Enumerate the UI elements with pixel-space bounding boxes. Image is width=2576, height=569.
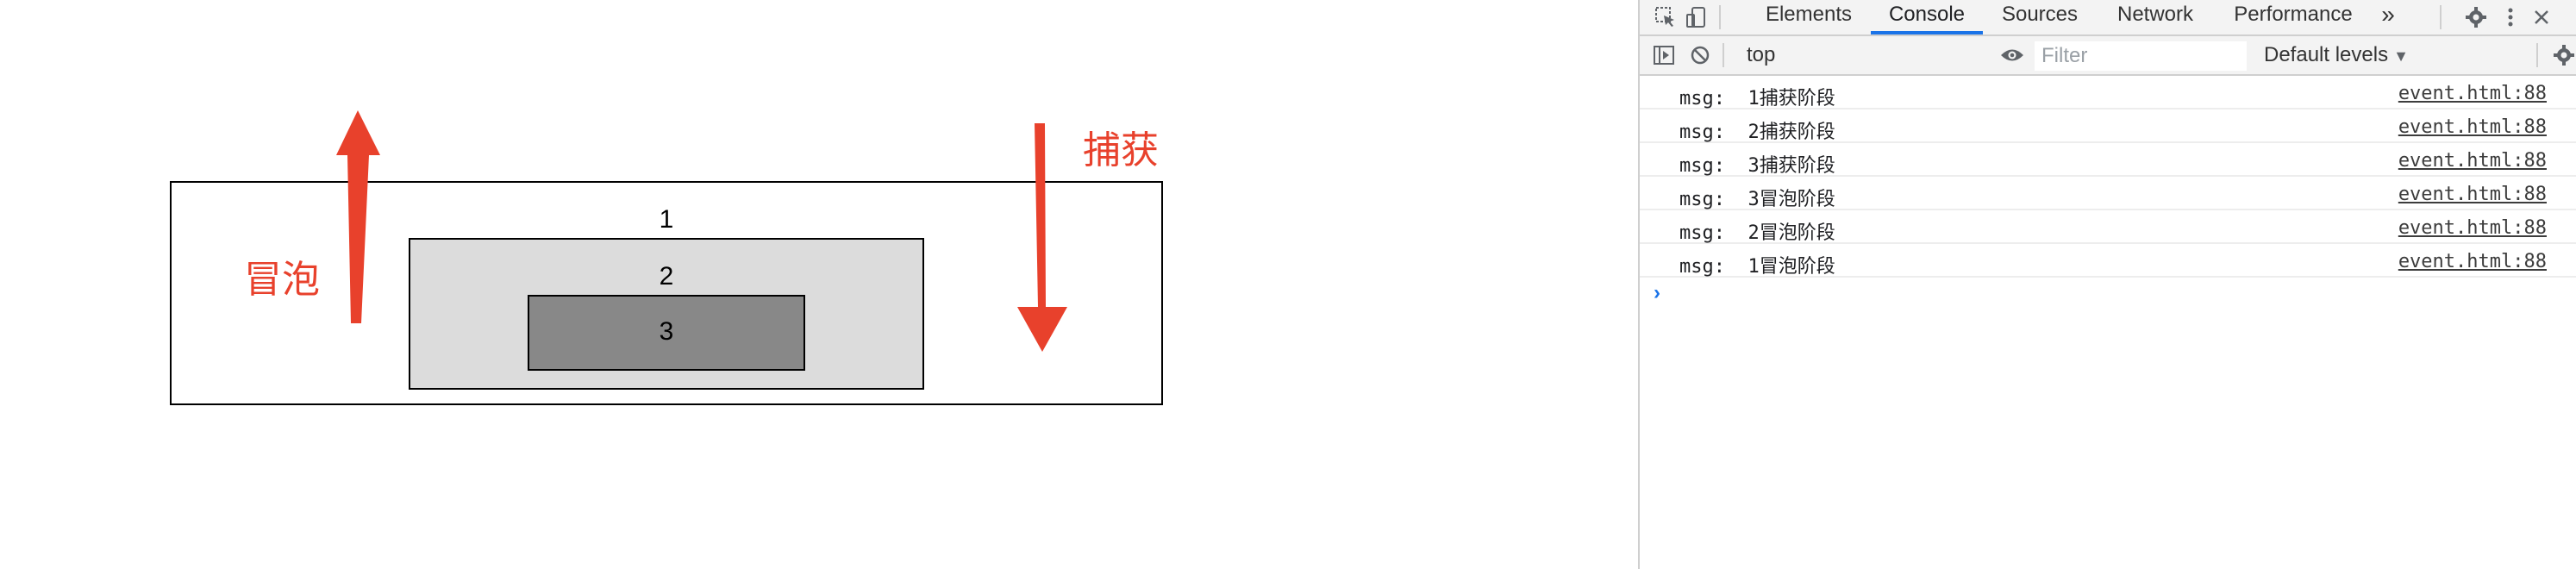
filter-input[interactable] [2035, 41, 2247, 71]
tab-sources[interactable]: Sources [1985, 0, 2095, 34]
capture-down-arrow [1017, 123, 1067, 352]
tab-console[interactable]: Console [1871, 0, 1983, 34]
log-source-link[interactable]: event.html:88 [2398, 251, 2547, 272]
console-output: msg: 1捕获阶段 event.html:88 msg: 2捕获阶段 even… [1640, 76, 2576, 569]
console-log-row: msg: 1捕获阶段 event.html:88 [1640, 76, 2576, 109]
live-expression-eye-icon[interactable] [1995, 41, 2029, 69]
kebab-menu-icon[interactable] [2497, 3, 2524, 31]
log-message: msg: 1冒泡阶段 [1679, 256, 1835, 278]
log-message: msg: 2捕获阶段 [1679, 122, 1835, 143]
log-message: msg: 1捕获阶段 [1679, 88, 1835, 109]
log-levels-label: Default levels [2264, 43, 2389, 66]
bubble-label: 冒泡 [244, 258, 320, 302]
devtools-tab-bar: Elements Console Sources Network Perform… [1640, 0, 2576, 36]
console-settings-gear-icon[interactable] [2550, 41, 2576, 69]
console-prompt[interactable]: › [1654, 281, 1660, 305]
chevron-down-icon: ▼ [2393, 47, 2409, 65]
device-toolbar-icon[interactable] [1683, 3, 1710, 31]
close-icon[interactable] [2528, 3, 2555, 31]
devtools-panel: Elements Console Sources Network Perform… [1638, 0, 2576, 569]
capture-label: 捕获 [1083, 128, 1159, 172]
log-source-link[interactable]: event.html:88 [2398, 150, 2547, 172]
log-source-link[interactable]: event.html:88 [2398, 184, 2547, 205]
more-tabs-button[interactable]: » [2373, 0, 2404, 34]
log-source-link[interactable]: event.html:88 [2398, 116, 2547, 138]
log-source-link[interactable]: event.html:88 [2398, 217, 2547, 239]
log-levels-dropdown[interactable]: Default levels ▼ [2264, 40, 2409, 71]
console-log-row: msg: 2捕获阶段 event.html:88 [1640, 109, 2576, 143]
clear-console-icon[interactable] [1686, 41, 1714, 69]
context-select-value: top [1747, 43, 1776, 66]
show-sidebar-icon[interactable] [1650, 41, 1678, 69]
log-message: msg: 3冒泡阶段 [1679, 189, 1835, 210]
inspect-element-icon[interactable] [1652, 3, 1679, 31]
console-toolbar: top ▼ Default levels▼ [1640, 36, 2576, 76]
log-source-link[interactable]: event.html:88 [2398, 83, 2547, 104]
log-message: msg: 3捕获阶段 [1679, 155, 1835, 177]
tab-performance[interactable]: Performance [2216, 0, 2371, 34]
context-select[interactable]: top ▼ [1747, 40, 2031, 71]
bubble-up-arrow [336, 110, 380, 323]
log-message: msg: 2冒泡阶段 [1679, 222, 1835, 244]
tab-network[interactable]: Network [2097, 0, 2214, 34]
console-log-row: msg: 2冒泡阶段 event.html:88 [1640, 210, 2576, 244]
gear-icon[interactable] [2462, 3, 2490, 31]
console-log-row: msg: 1冒泡阶段 event.html:88 [1640, 244, 2576, 278]
console-log-row: msg: 3冒泡阶段 event.html:88 [1640, 177, 2576, 210]
page-content: 1 2 3 冒泡 捕获 [0, 0, 1638, 569]
console-log-row: msg: 3捕获阶段 event.html:88 [1640, 143, 2576, 177]
tab-elements[interactable]: Elements [1748, 0, 1869, 34]
